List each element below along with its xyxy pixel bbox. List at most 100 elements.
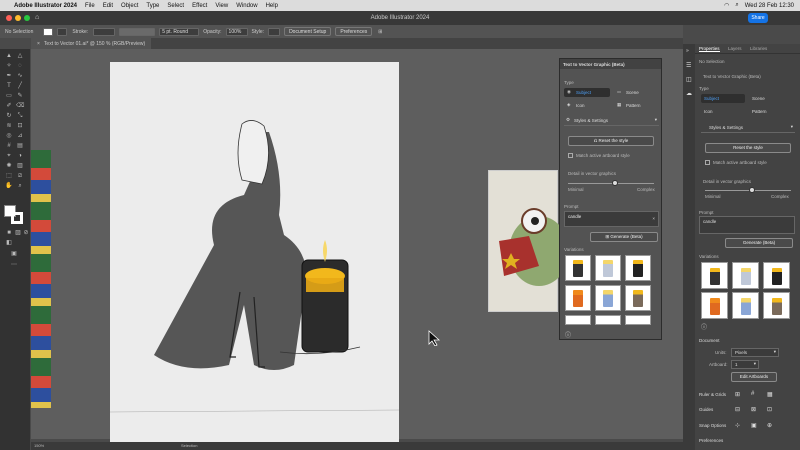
curvature-icon[interactable]: ∿ [16, 73, 24, 80]
units-select[interactable]: Pixels ▾ [731, 348, 779, 357]
graph-tool-icon[interactable]: ▥ [16, 163, 24, 170]
selection-tool-icon[interactable]: ▲ [5, 53, 13, 60]
mesh-icon[interactable]: # [5, 143, 13, 150]
menu-edit[interactable]: Edit [103, 3, 113, 9]
menu-select[interactable]: Select [167, 3, 184, 9]
rp-variation-thumbnail[interactable] [732, 262, 759, 289]
preferences-button[interactable]: Preferences [335, 27, 373, 36]
rp-detail-slider-handle[interactable] [749, 187, 756, 193]
rp-match-artboard-checkbox[interactable] [705, 160, 710, 165]
search-icon[interactable]: ⌕ [735, 2, 738, 9]
rp-variation-thumbnail[interactable] [701, 292, 728, 319]
reset-style-button[interactable]: ⎌ Reset the style [568, 136, 654, 146]
stroke-swatch[interactable] [57, 27, 68, 36]
close-tab-icon[interactable]: × [37, 41, 40, 47]
symbol-sprayer-icon[interactable]: ✺ [5, 163, 13, 170]
menu-app-name[interactable]: Adobe Illustrator 2024 [14, 3, 77, 9]
shaper-icon[interactable]: ✐ [5, 103, 13, 110]
draw-mode-icon[interactable]: ◧ [5, 240, 13, 247]
stroke-color-swatch[interactable] [11, 212, 23, 224]
eraser-icon[interactable]: ⌫ [16, 103, 24, 110]
artboard[interactable] [109, 62, 400, 442]
variation-thumbnail[interactable] [565, 285, 591, 311]
zoom-tool-icon[interactable]: ⌕ [16, 183, 24, 190]
collapse-icon[interactable]: » [686, 48, 689, 54]
libraries-dock-icon[interactable]: ☁ [686, 90, 692, 97]
guides-icon[interactable]: ⊟ [735, 406, 740, 413]
lock-guides-icon[interactable]: ⊡ [767, 406, 772, 413]
t2v-panel-header[interactable]: Text to Vector Graphic (Beta) [560, 59, 661, 69]
type-scene-button[interactable]: ⚏ Scene [614, 88, 660, 97]
rp-variation-thumbnail[interactable] [732, 292, 759, 319]
rotate-icon[interactable]: ↻ [5, 113, 13, 120]
variable-width-field[interactable] [119, 27, 156, 36]
color-mode-icon[interactable]: ■ [5, 230, 13, 237]
generate-button[interactable]: ⊞ Generate (Beta) [590, 232, 658, 242]
slice-tool-icon[interactable]: ⧄ [16, 173, 24, 180]
clear-prompt-icon[interactable]: × [652, 216, 655, 221]
menu-window[interactable]: Window [236, 3, 257, 9]
document-tab[interactable]: × Text to Vector 01.ai* @ 150 % (RGB/Pre… [31, 38, 152, 49]
rp-variation-thumbnail[interactable] [701, 262, 728, 289]
line-tool-icon[interactable]: ╱ [16, 83, 24, 90]
properties-dock-icon[interactable]: ☰ [686, 62, 691, 69]
screen-mode-icon[interactable]: ▣ [10, 251, 18, 258]
menu-help[interactable]: Help [266, 3, 278, 9]
warp-icon[interactable]: ≋ [5, 123, 13, 130]
magic-wand-icon[interactable]: ✧ [5, 63, 13, 70]
pen-tool-icon[interactable]: ✒ [5, 73, 13, 80]
variation-thumbnail[interactable] [595, 255, 621, 281]
tab-layers[interactable]: Layers [728, 46, 742, 51]
opacity-field[interactable]: 100% [225, 27, 248, 36]
rp-type-subject-button[interactable]: Subject [701, 94, 745, 103]
rp-variation-thumbnail[interactable] [763, 262, 790, 289]
smart-guides-icon[interactable]: ⊠ [751, 406, 756, 413]
tab-properties[interactable]: Properties [699, 46, 720, 52]
snap-point-icon[interactable]: ⊹ [735, 422, 740, 429]
hand-tool-icon[interactable]: ✋ [5, 183, 13, 190]
prompt-input[interactable]: candle × [564, 211, 659, 227]
free-transform-icon[interactable]: ⊡ [16, 123, 24, 130]
menu-object[interactable]: Object [121, 3, 138, 9]
artboard-select[interactable]: 1 ▾ [731, 360, 759, 369]
rp-type-icon-button[interactable]: Icon [701, 107, 745, 116]
eyedropper-icon[interactable]: ⌖ [5, 153, 13, 160]
snap-pixel-icon[interactable]: ▣ [751, 422, 757, 429]
rp-type-pattern-button[interactable]: Pattern [749, 107, 793, 116]
wifi-icon[interactable]: ◠ [724, 2, 729, 9]
detail-slider-track[interactable] [568, 183, 654, 184]
variation-thumbnail[interactable] [595, 285, 621, 311]
menu-file[interactable]: File [85, 3, 95, 9]
variation-thumbnail[interactable] [595, 315, 621, 325]
type-icon-button[interactable]: ◈ Icon [564, 101, 610, 110]
none-mode-icon[interactable]: ⊘ [22, 230, 30, 237]
styles-settings-header[interactable]: ⚙ Styles & Settings ▾ [564, 116, 659, 126]
menu-effect[interactable]: Effect [192, 3, 207, 9]
style-field[interactable] [268, 27, 281, 36]
detail-slider-handle[interactable] [612, 180, 619, 186]
layers-dock-icon[interactable]: ◫ [686, 76, 692, 83]
variation-thumbnail[interactable] [565, 255, 591, 281]
blend-icon[interactable]: ◑ [16, 153, 24, 160]
paintbrush-icon[interactable]: ✎ [16, 93, 24, 100]
gradient-mode-icon[interactable]: ▨ [14, 230, 22, 237]
rp-type-scene-button[interactable]: Scene [749, 94, 793, 103]
arrange-icon[interactable]: ⊞ [378, 29, 382, 35]
edit-artboards-button[interactable]: Edit Artboards [731, 372, 777, 382]
tab-libraries[interactable]: Libraries [750, 46, 767, 51]
graffiti-artwork[interactable] [31, 150, 51, 408]
document-setup-button[interactable]: Document Setup [284, 27, 332, 36]
direct-selection-tool-icon[interactable]: △ [16, 53, 24, 60]
type-pattern-button[interactable]: ▦ Pattern [614, 101, 660, 110]
lasso-icon[interactable]: ◌ [16, 63, 24, 70]
rp-info-icon[interactable]: ⓘ [701, 322, 707, 331]
scale-icon[interactable]: ⤡ [16, 113, 24, 120]
brush-definition-field[interactable]: 5 pt. Round [159, 27, 200, 36]
rp-generate-button[interactable]: Generate (Beta) [725, 238, 793, 248]
variation-thumbnail[interactable] [565, 315, 591, 325]
artboard-tool-icon[interactable]: ⬚ [5, 173, 13, 180]
menu-view[interactable]: View [215, 3, 228, 9]
stroke-weight-field[interactable] [93, 27, 116, 36]
variation-thumbnail[interactable] [625, 285, 651, 311]
snap-glyph-icon[interactable]: ⊕ [767, 422, 772, 429]
